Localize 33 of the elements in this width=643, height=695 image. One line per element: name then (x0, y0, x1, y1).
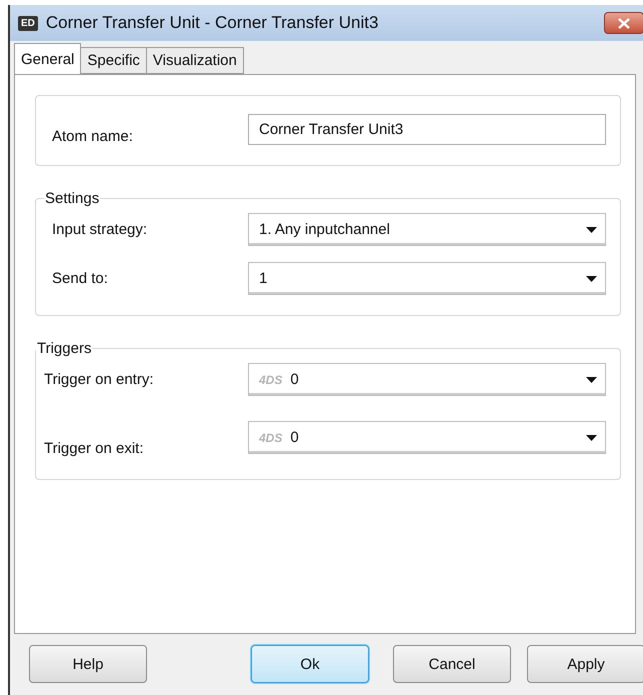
dropdown-value: 1. Any inputchannel (259, 221, 391, 238)
dropdown-value: 0 (290, 371, 300, 388)
logo-text: 4DS (259, 430, 282, 444)
dropdown-value: 0 (290, 429, 300, 446)
dropdown-field[interactable]: 1. Any inputchannel (248, 213, 606, 246)
dropdown-field[interactable]: 4DS 0 (248, 421, 606, 454)
close-icon (618, 18, 630, 28)
dropdown-arrow-icon (586, 434, 597, 440)
default-button[interactable]: Ok (251, 645, 369, 683)
tab[interactable]: Specific (80, 47, 147, 74)
app-icon: ED (18, 16, 38, 30)
dialog-button[interactable]: Help (29, 645, 147, 683)
dropdown-field[interactable]: 4DS 0 (248, 363, 606, 396)
group-title: Triggers (36, 340, 92, 357)
dropdown-value: 1 (259, 270, 268, 287)
dialog-button[interactable]: Cancel (393, 645, 511, 683)
logo-text: 4DS (259, 372, 282, 386)
dropdown-field[interactable]: 1 (248, 262, 606, 295)
close-button[interactable] (604, 12, 643, 34)
dialog-button[interactable]: Apply (527, 645, 643, 683)
field-label: Input strategy: (52, 221, 148, 238)
dropdown-arrow-icon (586, 276, 597, 282)
field-label: Trigger on exit: (44, 439, 144, 457)
field-label: Send to: (52, 270, 109, 287)
window-title: Corner Transfer Unit - Corner Transfer Unit3 (46, 13, 380, 33)
group-title: Settings (44, 190, 100, 207)
field-label: Atom name: (52, 127, 134, 145)
field-label: Trigger on entry: (44, 371, 154, 388)
input-field[interactable]: Corner Transfer Unit3 (248, 114, 606, 145)
tab[interactable]: General (14, 43, 82, 74)
dropdown-arrow-icon (586, 376, 597, 382)
dropdown-arrow-icon (586, 226, 597, 232)
tab[interactable]: Visualization (146, 47, 244, 74)
